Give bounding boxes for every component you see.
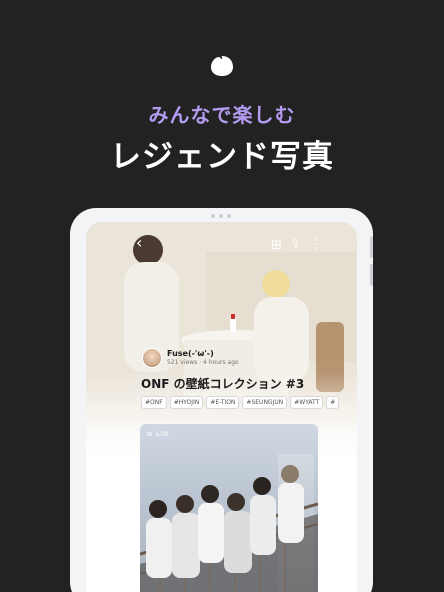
promo-title: レジェンド写真 [110, 139, 334, 175]
camera-dot [211, 214, 215, 218]
tag-list: #ONF #HYOJIN #E-TION #SEUNGJUN #WYATT # [141, 396, 342, 409]
tag-chip[interactable]: #E-TION [206, 396, 240, 409]
post-meta: 521 views · 4 hours ago [167, 359, 239, 366]
app-screen: ‹ ⊞ ⇪ ⋮ Fuse(-'ω'-) 521 views · 4 hours … [86, 222, 357, 592]
group-photo-illustration [140, 465, 318, 592]
app-logo-icon [211, 56, 233, 76]
post-author[interactable]: Fuse(-'ω'-) 521 views · 4 hours ago [142, 348, 239, 368]
photo-count: 1/30 [155, 431, 169, 438]
tag-chip[interactable]: #ONF [141, 396, 167, 409]
tag-chip[interactable]: #HYOJIN [169, 396, 204, 409]
promo-subtitle: みんなで楽しむ [148, 103, 296, 127]
camera-dot [219, 214, 223, 218]
tablet-side-button [370, 264, 373, 286]
tag-chip[interactable]: # [326, 396, 340, 409]
tag-chip[interactable]: #SEUNGJUN [242, 396, 288, 409]
photo-card[interactable]: ⊞ 1/30 [140, 424, 318, 592]
tag-chip[interactable]: #WYATT [290, 396, 324, 409]
share-icon[interactable]: ⇪ [290, 238, 301, 252]
camera-dot [227, 214, 231, 218]
tablet-side-button [370, 236, 373, 258]
post-title: ONF の壁紙コレクション #3 [141, 377, 305, 391]
author-name[interactable]: Fuse(-'ω'-) [167, 349, 239, 359]
gallery-icon[interactable]: ⊞ [271, 239, 282, 253]
back-icon[interactable]: ‹ [136, 235, 142, 251]
grid-icon: ⊞ [147, 431, 153, 438]
photo-counter: ⊞ 1/30 [147, 431, 169, 438]
more-options-icon[interactable]: ⋮ [310, 238, 323, 252]
author-avatar[interactable] [142, 348, 162, 368]
